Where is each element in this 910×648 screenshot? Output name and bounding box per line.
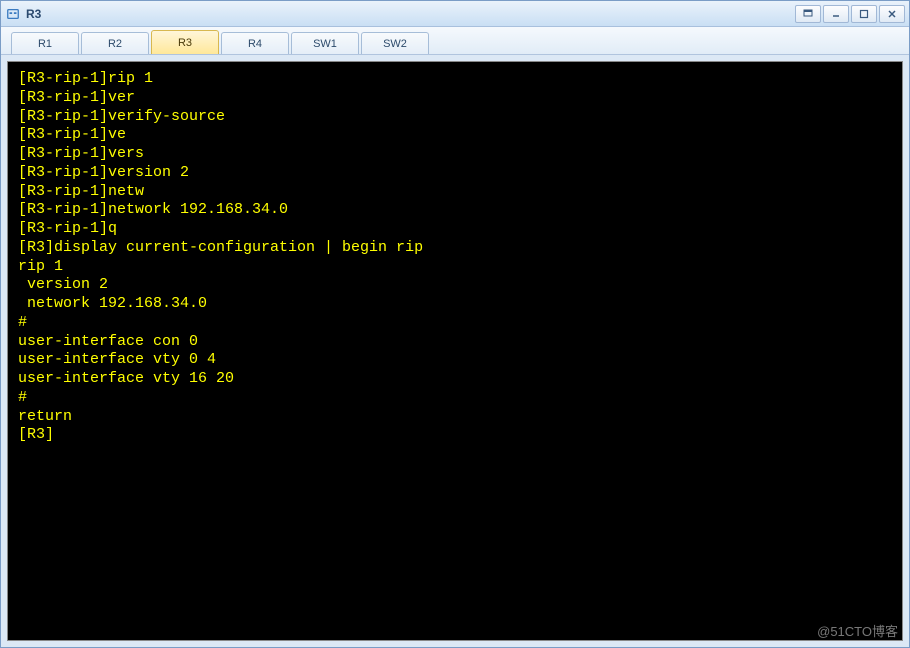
tab-label: SW1 bbox=[313, 38, 337, 50]
terminal-line: [R3] bbox=[18, 426, 892, 445]
terminal-line: version 2 bbox=[18, 276, 892, 295]
terminal-line: # bbox=[18, 314, 892, 333]
tab-label: R1 bbox=[38, 38, 52, 50]
app-window: R3 R1R2R3R4SW1SW2 [R3-rip-1]rip 1[R3-rip… bbox=[0, 0, 910, 648]
terminal-line: rip 1 bbox=[18, 258, 892, 277]
tab-r1[interactable]: R1 bbox=[11, 32, 79, 54]
tab-label: R2 bbox=[108, 38, 122, 50]
tab-bar: R1 R2 R3 R4 SW1 SW2 bbox=[1, 27, 909, 55]
minimize-button[interactable] bbox=[823, 5, 849, 23]
terminal-line: [R3-rip-1]vers bbox=[18, 145, 892, 164]
tab-label: R3 bbox=[178, 37, 192, 49]
terminal-line: user-interface vty 16 20 bbox=[18, 370, 892, 389]
tab-sw2[interactable]: SW2 bbox=[361, 32, 429, 54]
tab-r3[interactable]: R3 bbox=[151, 30, 219, 54]
tab-sw1[interactable]: SW1 bbox=[291, 32, 359, 54]
terminal-line: [R3-rip-1]rip 1 bbox=[18, 70, 892, 89]
terminal-line: # bbox=[18, 389, 892, 408]
terminal-output[interactable]: [R3-rip-1]rip 1[R3-rip-1]ver[R3-rip-1]ve… bbox=[7, 61, 903, 641]
tab-label: SW2 bbox=[383, 38, 407, 50]
maximize-button[interactable] bbox=[851, 5, 877, 23]
terminal-line: [R3-rip-1]ver bbox=[18, 89, 892, 108]
window-controls bbox=[793, 5, 905, 23]
titlebar[interactable]: R3 bbox=[1, 1, 909, 27]
tab-r4[interactable]: R4 bbox=[221, 32, 289, 54]
tab-r2[interactable]: R2 bbox=[81, 32, 149, 54]
terminal-line: [R3-rip-1]network 192.168.34.0 bbox=[18, 201, 892, 220]
terminal-line: [R3-rip-1]version 2 bbox=[18, 164, 892, 183]
terminal-line: [R3-rip-1]netw bbox=[18, 183, 892, 202]
window-title: R3 bbox=[26, 7, 793, 21]
close-button[interactable] bbox=[879, 5, 905, 23]
app-icon bbox=[5, 6, 21, 22]
terminal-line: [R3-rip-1]verify-source bbox=[18, 108, 892, 127]
terminal-line: user-interface con 0 bbox=[18, 333, 892, 352]
options-button[interactable] bbox=[795, 5, 821, 23]
tab-label: R4 bbox=[248, 38, 262, 50]
terminal-line: [R3-rip-1]q bbox=[18, 220, 892, 239]
terminal-line: [R3]display current-configuration | begi… bbox=[18, 239, 892, 258]
terminal-line: [R3-rip-1]ve bbox=[18, 126, 892, 145]
terminal-line: return bbox=[18, 408, 892, 427]
terminal-line: user-interface vty 0 4 bbox=[18, 351, 892, 370]
terminal-line: network 192.168.34.0 bbox=[18, 295, 892, 314]
